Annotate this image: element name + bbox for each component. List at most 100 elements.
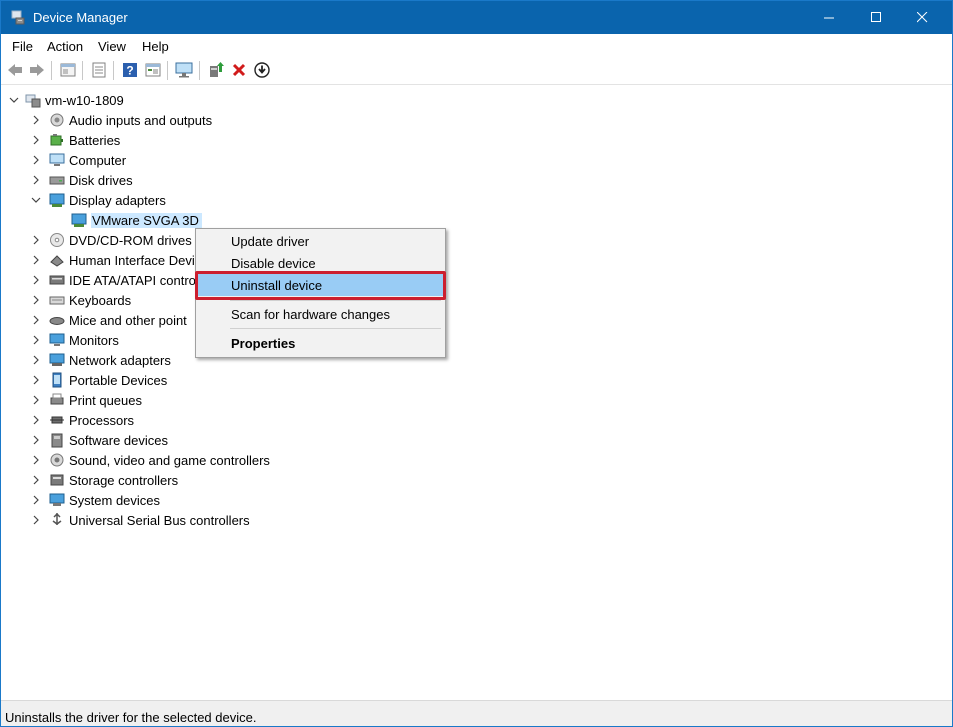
chevron-right-icon[interactable] — [31, 335, 41, 345]
network-adapter-icon — [49, 353, 65, 366]
context-item-properties[interactable]: Properties — [197, 332, 444, 354]
view-icon[interactable] — [144, 61, 162, 79]
tree-category[interactable]: Print queues — [31, 390, 142, 410]
tree-category[interactable]: Portable Devices — [31, 370, 167, 390]
status-text: Uninstalls the driver for the selected d… — [5, 710, 257, 725]
tree-category-label: DVD/CD-ROM drives — [69, 232, 192, 248]
properties-icon[interactable] — [59, 61, 77, 79]
tree-category[interactable]: Human Interface Devi — [31, 250, 195, 270]
chevron-right-icon[interactable] — [31, 275, 41, 285]
chevron-right-icon[interactable] — [31, 355, 41, 365]
tree-category[interactable]: Disk drives — [31, 170, 133, 190]
uninstall-icon[interactable] — [230, 61, 248, 79]
toolbar-separator — [82, 61, 83, 80]
chevron-down-icon[interactable] — [31, 195, 41, 205]
computer-icon — [25, 94, 41, 108]
monitor-icon[interactable] — [175, 61, 193, 79]
dvd-drive-icon — [50, 233, 64, 247]
monitor-icon — [49, 333, 65, 346]
tree-category[interactable]: Batteries — [31, 130, 120, 150]
highlight-annotation-box — [195, 271, 446, 300]
system-device-icon — [49, 493, 65, 506]
chevron-right-icon[interactable] — [31, 515, 41, 525]
sound-icon — [50, 453, 64, 467]
context-separator — [230, 300, 441, 301]
chevron-right-icon[interactable] — [31, 255, 41, 265]
chevron-right-icon[interactable] — [31, 395, 41, 405]
mouse-icon — [49, 317, 65, 325]
chevron-right-icon[interactable] — [31, 495, 41, 505]
tree-category[interactable]: Keyboards — [31, 290, 131, 310]
tree-category[interactable]: Network adapters — [31, 350, 171, 370]
minimize-button[interactable] — [806, 1, 852, 34]
chevron-right-icon[interactable] — [31, 175, 41, 185]
print-queue-icon — [50, 393, 64, 405]
update-driver-icon[interactable] — [207, 61, 225, 79]
ide-controller-icon — [49, 275, 65, 285]
tree-category-label: Storage controllers — [69, 472, 179, 488]
tree-category[interactable]: Storage controllers — [31, 470, 178, 490]
close-icon — [916, 12, 927, 23]
title-bar[interactable]: Device Manager — [1, 1, 952, 34]
chevron-right-icon[interactable] — [31, 455, 41, 465]
help-icon[interactable]: ? — [121, 61, 139, 79]
toolbar-separator — [167, 61, 168, 80]
status-bar: Uninstalls the driver for the selected d… — [1, 700, 952, 726]
tree-category[interactable]: Computer — [31, 150, 126, 170]
minimize-icon — [823, 17, 834, 19]
context-separator — [230, 328, 441, 329]
chevron-right-icon[interactable] — [31, 295, 41, 305]
chevron-right-icon[interactable] — [31, 235, 41, 245]
context-item-update-driver[interactable]: Update driver — [197, 230, 444, 252]
battery-icon — [50, 134, 63, 146]
tree-device-item-selected[interactable]: VMware SVGA 3D — [71, 210, 202, 230]
menu-action[interactable]: Action — [47, 39, 83, 54]
tree-device-label: VMware SVGA 3D — [91, 212, 202, 228]
display-adapter-icon — [49, 193, 65, 207]
tree-category[interactable]: DVD/CD-ROM drives — [31, 230, 192, 250]
window-title: Device Manager — [33, 10, 128, 25]
tree-root-label: vm-w10-1809 — [45, 92, 124, 108]
chevron-right-icon[interactable] — [31, 315, 41, 325]
tree-category[interactable]: Audio inputs and outputs — [31, 110, 212, 130]
tree-category[interactable]: Monitors — [31, 330, 119, 350]
tree-category[interactable]: Sound, video and game controllers — [31, 450, 270, 470]
show-hide-icon[interactable] — [90, 61, 108, 79]
portable-device-icon — [52, 372, 62, 388]
tree-category[interactable]: Processors — [31, 410, 134, 430]
chevron-right-icon[interactable] — [31, 375, 41, 385]
close-button[interactable] — [899, 1, 945, 34]
chevron-right-icon[interactable] — [31, 475, 41, 485]
speaker-icon — [50, 113, 64, 127]
menu-help[interactable]: Help — [142, 39, 169, 54]
context-item-scan-hardware[interactable]: Scan for hardware changes — [197, 303, 444, 325]
menu-view[interactable]: View — [98, 39, 126, 54]
tree-category[interactable]: Software devices — [31, 430, 168, 450]
context-item-label: Disable device — [231, 256, 316, 271]
tree-category[interactable]: Universal Serial Bus controllers — [31, 510, 250, 530]
tree-category-label: Computer — [69, 152, 127, 168]
forward-arrow-icon[interactable] — [28, 61, 46, 79]
tree-category-label: Universal Serial Bus controllers — [69, 512, 250, 528]
maximize-button[interactable] — [853, 1, 899, 34]
back-arrow-icon[interactable] — [6, 61, 24, 79]
keyboard-icon — [49, 296, 65, 305]
disk-drive-icon — [49, 176, 65, 185]
device-tree[interactable]: vm-w10-1809 Audio inputs and outputs Batt… — [1, 85, 952, 700]
tree-category-label: Audio inputs and outputs — [69, 112, 213, 128]
chevron-right-icon[interactable] — [31, 155, 41, 165]
tree-category[interactable]: Mice and other point — [31, 310, 187, 330]
tree-category[interactable]: Display adapters — [31, 190, 166, 210]
tree-category-label: Software devices — [69, 432, 168, 448]
tree-root[interactable]: vm-w10-1809 — [9, 90, 124, 110]
chevron-right-icon[interactable] — [31, 435, 41, 445]
download-icon[interactable] — [253, 61, 271, 79]
chevron-right-icon[interactable] — [31, 115, 41, 125]
menu-file[interactable]: File — [12, 39, 33, 54]
chevron-right-icon[interactable] — [31, 135, 41, 145]
tree-category[interactable]: IDE ATA/ATAPI contro — [31, 270, 196, 290]
chevron-down-icon[interactable] — [9, 95, 19, 105]
tree-category[interactable]: System devices — [31, 490, 160, 510]
tree-category-label: Keyboards — [69, 292, 132, 308]
chevron-right-icon[interactable] — [31, 415, 41, 425]
